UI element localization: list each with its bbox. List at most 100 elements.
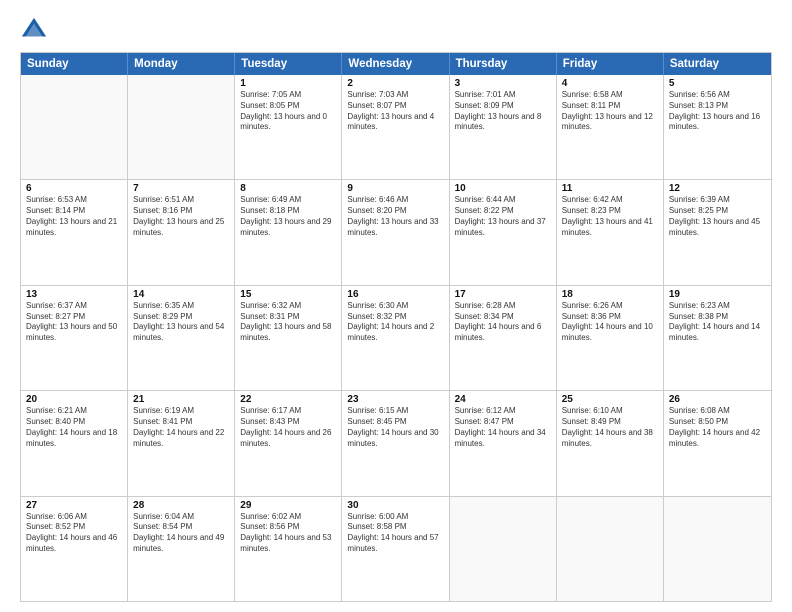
day-info: Sunrise: 6:28 AM Sunset: 8:34 PM Dayligh… [455, 301, 551, 344]
calendar-cell: 26Sunrise: 6:08 AM Sunset: 8:50 PM Dayli… [664, 391, 771, 495]
calendar-cell: 2Sunrise: 7:03 AM Sunset: 8:07 PM Daylig… [342, 75, 449, 179]
day-info: Sunrise: 6:37 AM Sunset: 8:27 PM Dayligh… [26, 301, 122, 344]
day-number: 13 [26, 289, 122, 300]
day-number: 8 [240, 183, 336, 194]
calendar-cell: 17Sunrise: 6:28 AM Sunset: 8:34 PM Dayli… [450, 286, 557, 390]
calendar-cell: 25Sunrise: 6:10 AM Sunset: 8:49 PM Dayli… [557, 391, 664, 495]
day-number: 11 [562, 183, 658, 194]
day-info: Sunrise: 6:02 AM Sunset: 8:56 PM Dayligh… [240, 512, 336, 555]
page: SundayMondayTuesdayWednesdayThursdayFrid… [0, 0, 792, 612]
day-number: 1 [240, 78, 336, 89]
calendar-row-0: 1Sunrise: 7:05 AM Sunset: 8:05 PM Daylig… [21, 75, 771, 179]
header [20, 16, 772, 44]
calendar-cell: 23Sunrise: 6:15 AM Sunset: 8:45 PM Dayli… [342, 391, 449, 495]
calendar-row-2: 13Sunrise: 6:37 AM Sunset: 8:27 PM Dayli… [21, 285, 771, 390]
day-number: 7 [133, 183, 229, 194]
calendar-row-3: 20Sunrise: 6:21 AM Sunset: 8:40 PM Dayli… [21, 390, 771, 495]
calendar-body: 1Sunrise: 7:05 AM Sunset: 8:05 PM Daylig… [21, 75, 771, 601]
day-number: 22 [240, 394, 336, 405]
calendar-cell: 15Sunrise: 6:32 AM Sunset: 8:31 PM Dayli… [235, 286, 342, 390]
calendar-cell: 18Sunrise: 6:26 AM Sunset: 8:36 PM Dayli… [557, 286, 664, 390]
day-info: Sunrise: 6:04 AM Sunset: 8:54 PM Dayligh… [133, 512, 229, 555]
day-info: Sunrise: 7:01 AM Sunset: 8:09 PM Dayligh… [455, 90, 551, 133]
calendar-cell: 1Sunrise: 7:05 AM Sunset: 8:05 PM Daylig… [235, 75, 342, 179]
header-day-saturday: Saturday [664, 53, 771, 75]
calendar-cell: 8Sunrise: 6:49 AM Sunset: 8:18 PM Daylig… [235, 180, 342, 284]
day-number: 5 [669, 78, 766, 89]
calendar-cell: 19Sunrise: 6:23 AM Sunset: 8:38 PM Dayli… [664, 286, 771, 390]
day-info: Sunrise: 6:49 AM Sunset: 8:18 PM Dayligh… [240, 195, 336, 238]
day-info: Sunrise: 6:44 AM Sunset: 8:22 PM Dayligh… [455, 195, 551, 238]
day-number: 29 [240, 500, 336, 511]
calendar-row-4: 27Sunrise: 6:06 AM Sunset: 8:52 PM Dayli… [21, 496, 771, 601]
calendar-cell: 12Sunrise: 6:39 AM Sunset: 8:25 PM Dayli… [664, 180, 771, 284]
day-number: 23 [347, 394, 443, 405]
calendar: SundayMondayTuesdayWednesdayThursdayFrid… [20, 52, 772, 602]
calendar-cell: 3Sunrise: 7:01 AM Sunset: 8:09 PM Daylig… [450, 75, 557, 179]
day-number: 4 [562, 78, 658, 89]
day-info: Sunrise: 6:06 AM Sunset: 8:52 PM Dayligh… [26, 512, 122, 555]
calendar-cell [450, 497, 557, 601]
day-info: Sunrise: 6:30 AM Sunset: 8:32 PM Dayligh… [347, 301, 443, 344]
day-number: 26 [669, 394, 766, 405]
calendar-cell: 29Sunrise: 6:02 AM Sunset: 8:56 PM Dayli… [235, 497, 342, 601]
calendar-cell: 22Sunrise: 6:17 AM Sunset: 8:43 PM Dayli… [235, 391, 342, 495]
calendar-row-1: 6Sunrise: 6:53 AM Sunset: 8:14 PM Daylig… [21, 179, 771, 284]
day-number: 24 [455, 394, 551, 405]
day-number: 6 [26, 183, 122, 194]
day-number: 30 [347, 500, 443, 511]
calendar-cell: 30Sunrise: 6:00 AM Sunset: 8:58 PM Dayli… [342, 497, 449, 601]
day-info: Sunrise: 6:19 AM Sunset: 8:41 PM Dayligh… [133, 406, 229, 449]
day-info: Sunrise: 6:46 AM Sunset: 8:20 PM Dayligh… [347, 195, 443, 238]
header-day-thursday: Thursday [450, 53, 557, 75]
calendar-cell: 11Sunrise: 6:42 AM Sunset: 8:23 PM Dayli… [557, 180, 664, 284]
day-info: Sunrise: 6:00 AM Sunset: 8:58 PM Dayligh… [347, 512, 443, 555]
day-info: Sunrise: 6:23 AM Sunset: 8:38 PM Dayligh… [669, 301, 766, 344]
day-number: 14 [133, 289, 229, 300]
day-info: Sunrise: 6:26 AM Sunset: 8:36 PM Dayligh… [562, 301, 658, 344]
day-number: 10 [455, 183, 551, 194]
calendar-cell: 20Sunrise: 6:21 AM Sunset: 8:40 PM Dayli… [21, 391, 128, 495]
day-info: Sunrise: 6:39 AM Sunset: 8:25 PM Dayligh… [669, 195, 766, 238]
logo-icon [20, 16, 48, 44]
logo [20, 16, 52, 44]
day-info: Sunrise: 6:08 AM Sunset: 8:50 PM Dayligh… [669, 406, 766, 449]
day-number: 9 [347, 183, 443, 194]
day-info: Sunrise: 7:05 AM Sunset: 8:05 PM Dayligh… [240, 90, 336, 133]
day-number: 2 [347, 78, 443, 89]
day-info: Sunrise: 6:56 AM Sunset: 8:13 PM Dayligh… [669, 90, 766, 133]
calendar-cell: 10Sunrise: 6:44 AM Sunset: 8:22 PM Dayli… [450, 180, 557, 284]
header-day-wednesday: Wednesday [342, 53, 449, 75]
calendar-cell: 28Sunrise: 6:04 AM Sunset: 8:54 PM Dayli… [128, 497, 235, 601]
day-number: 21 [133, 394, 229, 405]
calendar-cell: 4Sunrise: 6:58 AM Sunset: 8:11 PM Daylig… [557, 75, 664, 179]
calendar-cell: 9Sunrise: 6:46 AM Sunset: 8:20 PM Daylig… [342, 180, 449, 284]
calendar-header: SundayMondayTuesdayWednesdayThursdayFrid… [21, 53, 771, 75]
calendar-cell: 13Sunrise: 6:37 AM Sunset: 8:27 PM Dayli… [21, 286, 128, 390]
calendar-cell [128, 75, 235, 179]
day-number: 15 [240, 289, 336, 300]
day-number: 20 [26, 394, 122, 405]
day-number: 28 [133, 500, 229, 511]
day-info: Sunrise: 6:32 AM Sunset: 8:31 PM Dayligh… [240, 301, 336, 344]
day-info: Sunrise: 6:35 AM Sunset: 8:29 PM Dayligh… [133, 301, 229, 344]
calendar-cell: 21Sunrise: 6:19 AM Sunset: 8:41 PM Dayli… [128, 391, 235, 495]
day-number: 16 [347, 289, 443, 300]
day-info: Sunrise: 7:03 AM Sunset: 8:07 PM Dayligh… [347, 90, 443, 133]
day-info: Sunrise: 6:21 AM Sunset: 8:40 PM Dayligh… [26, 406, 122, 449]
calendar-cell: 6Sunrise: 6:53 AM Sunset: 8:14 PM Daylig… [21, 180, 128, 284]
day-number: 27 [26, 500, 122, 511]
day-info: Sunrise: 6:10 AM Sunset: 8:49 PM Dayligh… [562, 406, 658, 449]
day-number: 25 [562, 394, 658, 405]
calendar-cell [664, 497, 771, 601]
header-day-friday: Friday [557, 53, 664, 75]
calendar-cell: 7Sunrise: 6:51 AM Sunset: 8:16 PM Daylig… [128, 180, 235, 284]
day-info: Sunrise: 6:42 AM Sunset: 8:23 PM Dayligh… [562, 195, 658, 238]
calendar-cell [21, 75, 128, 179]
day-number: 17 [455, 289, 551, 300]
day-number: 12 [669, 183, 766, 194]
calendar-cell: 16Sunrise: 6:30 AM Sunset: 8:32 PM Dayli… [342, 286, 449, 390]
header-day-monday: Monday [128, 53, 235, 75]
day-number: 18 [562, 289, 658, 300]
header-day-sunday: Sunday [21, 53, 128, 75]
